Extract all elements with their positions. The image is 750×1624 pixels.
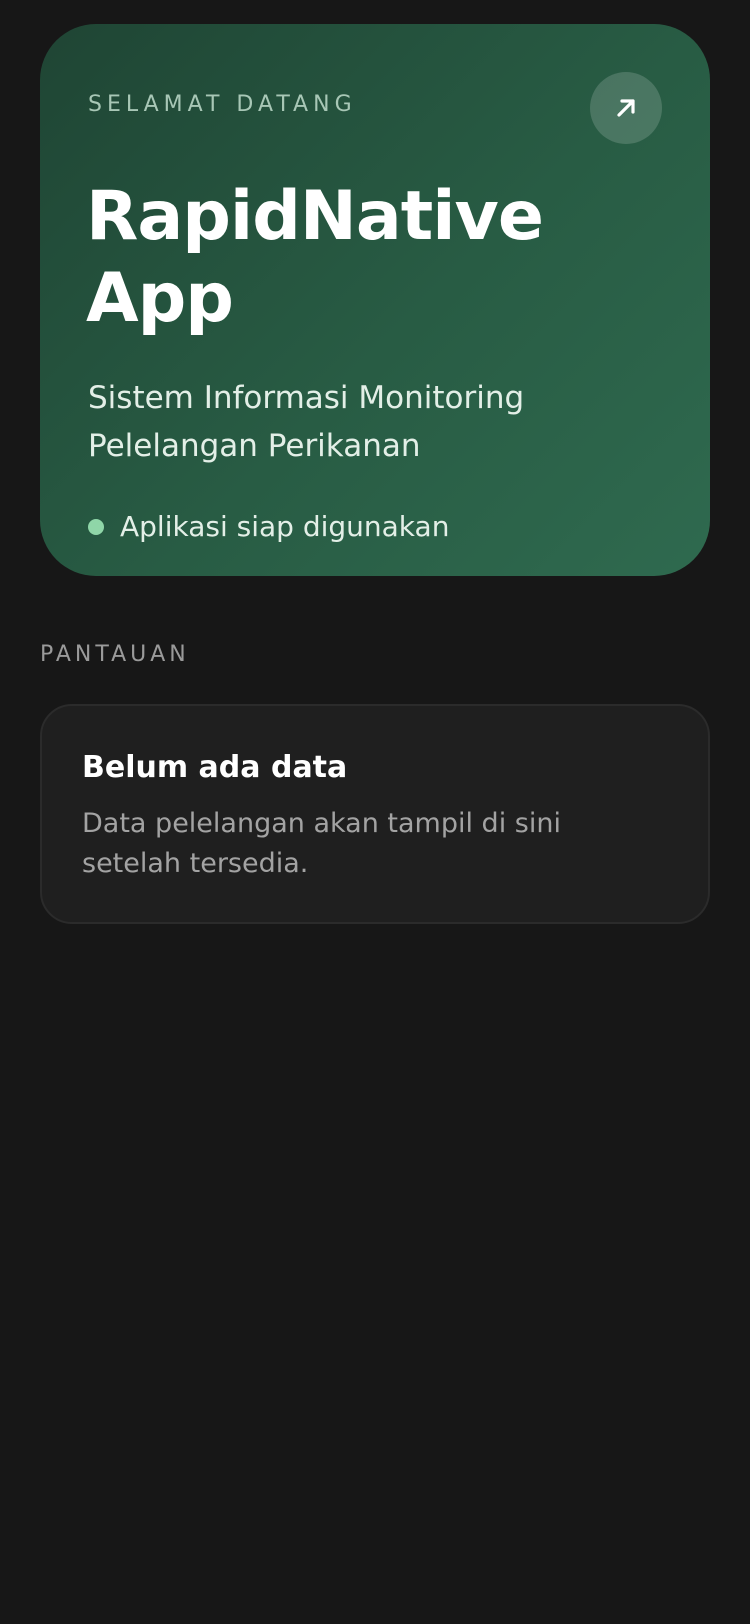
status-dot-icon (88, 518, 104, 535)
app-status: Aplikasi siap digunakan (88, 510, 449, 543)
open-button[interactable] (590, 72, 662, 144)
status-text: Aplikasi siap digunakan (120, 510, 450, 543)
welcome-eyebrow: SELAMAT DATANG (88, 92, 357, 117)
empty-state-card: Belum ada data Data pelelangan akan tamp… (40, 704, 710, 924)
empty-state-title: Belum ada data (82, 750, 348, 785)
app-subtitle: Sistem Informasi Monitoring Pelelangan P… (88, 380, 525, 464)
section-title: PANTAUAN (40, 642, 190, 667)
welcome-card: SELAMAT DATANG RapidNative App Sistem In… (40, 24, 710, 576)
empty-state-description: Data pelelangan akan tampil di sini sete… (82, 808, 561, 879)
app-screen: SELAMAT DATANG RapidNative App Sistem In… (0, 0, 750, 1624)
arrow-up-right-icon (613, 95, 639, 121)
app-title: RapidNative App (86, 177, 544, 338)
